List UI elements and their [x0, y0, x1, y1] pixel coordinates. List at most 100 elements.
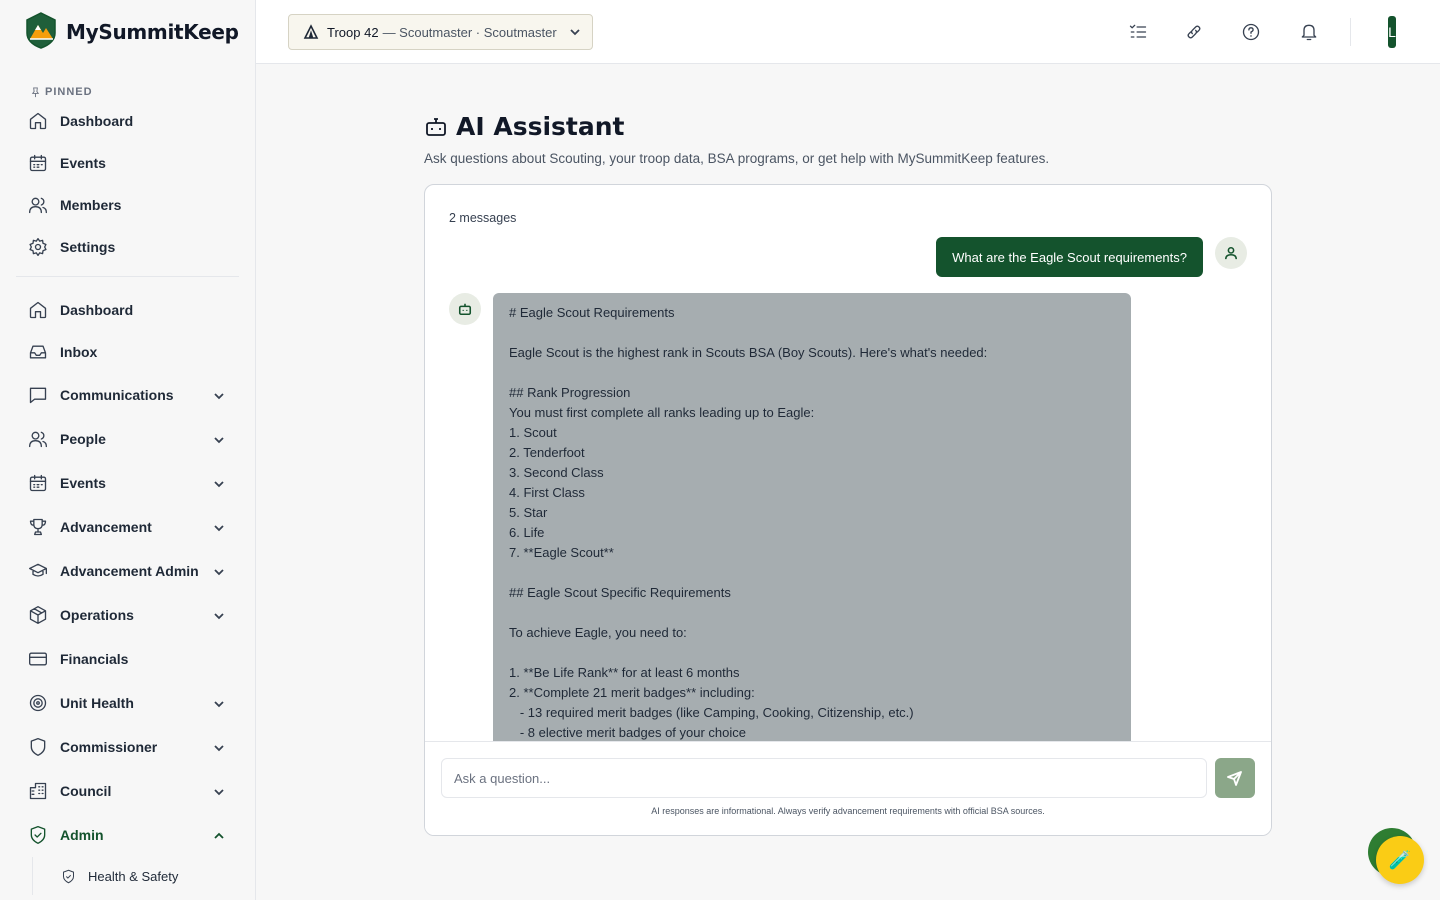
pinned-item-members[interactable]: Members	[0, 184, 255, 226]
sidebar-item-inbox[interactable]: Inbox	[0, 331, 255, 373]
user-message-bubble: What are the Eagle Scout requirements?	[936, 237, 1203, 277]
pinned-item-events[interactable]: Events	[0, 142, 255, 184]
target-icon	[28, 693, 48, 713]
building-icon	[28, 781, 48, 801]
user-avatar	[1215, 237, 1247, 269]
assistant-avatar	[449, 293, 481, 325]
chevron-down-icon[interactable]	[213, 521, 225, 533]
chevron-down-icon[interactable]	[213, 565, 225, 577]
admin-submenu: Health & Safety	[32, 857, 255, 895]
assistant-message-line: - 13 required merit badges (like Camping…	[509, 705, 914, 720]
sidebar-item-communications[interactable]: Communications	[0, 373, 255, 417]
calendar-icon	[28, 153, 48, 173]
assistant-message-line	[509, 563, 1115, 583]
sidebar-item-unit-health[interactable]: Unit Health	[0, 681, 255, 725]
assistant-message-line: To achieve Eagle, you need to:	[509, 625, 687, 640]
chevron-down-icon[interactable]	[213, 609, 225, 621]
troop-role: — Scoutmaster · Scoutmaster	[382, 24, 557, 40]
assistant-message-line: - 8 elective merit badges of your choice	[509, 725, 747, 740]
assistant-message-line	[509, 323, 1115, 343]
trophy-icon	[28, 517, 48, 537]
send-icon	[1227, 771, 1242, 786]
assistant-message-line: 2. Tenderfoot	[509, 445, 585, 460]
users-icon	[28, 195, 48, 215]
sidebar-item-admin[interactable]: Admin	[0, 813, 255, 857]
shield-icon	[28, 737, 48, 757]
page-subtitle: Ask questions about Scouting, your troop…	[424, 151, 1050, 166]
chevron-down-icon[interactable]	[213, 477, 225, 489]
topbar-divider	[1350, 18, 1351, 46]
test-tube-button[interactable]: 🧪	[1376, 836, 1424, 884]
user-icon	[1224, 246, 1238, 260]
page-title: AI Assistant	[424, 112, 1049, 141]
troop-selector[interactable]: Troop 42 — Scoutmaster · Scoutmaster	[288, 14, 593, 50]
graduation-cap-icon	[28, 561, 48, 581]
bell-icon[interactable]	[1297, 20, 1321, 44]
inbox-icon	[28, 342, 48, 362]
assistant-message-line: 2. **Complete 21 merit badges** includin…	[509, 685, 755, 700]
send-button[interactable]	[1215, 758, 1255, 798]
assistant-message-line	[509, 363, 1115, 383]
users-icon	[28, 429, 48, 449]
assistant-message-line: ## Eagle Scout Specific Requirements	[509, 585, 731, 600]
assistant-message-line: 6. Life	[509, 525, 545, 540]
pinned-section-label: PINNED	[0, 64, 255, 100]
message-square-icon	[28, 385, 48, 405]
sidebar-item-operations[interactable]: Operations	[0, 593, 255, 637]
shield-check-icon	[28, 825, 48, 845]
help-circle-icon[interactable]	[1239, 20, 1263, 44]
brand[interactable]: MySummitKeep	[0, 0, 255, 64]
chevron-up-icon[interactable]	[213, 829, 225, 841]
chevron-down-icon	[569, 26, 581, 38]
package-icon	[28, 605, 48, 625]
chevron-down-icon[interactable]	[213, 389, 225, 401]
pinned-item-settings[interactable]: Settings	[0, 226, 255, 268]
shield-check-icon	[63, 869, 74, 883]
home-icon	[28, 111, 48, 131]
chevron-down-icon[interactable]	[213, 433, 225, 445]
chevron-down-icon[interactable]	[213, 697, 225, 709]
assistant-message-line: 7. **Eagle Scout**	[509, 545, 614, 560]
tent-icon	[303, 24, 319, 40]
chat-input-area: AI responses are informational. Always v…	[425, 741, 1271, 835]
chat-input[interactable]	[441, 758, 1207, 798]
calendar-icon	[28, 473, 48, 493]
checklist-icon[interactable]	[1126, 20, 1150, 44]
ai-disclaimer: AI responses are informational. Always v…	[651, 806, 1045, 816]
sidebar-item-commissioner[interactable]: Commissioner	[0, 725, 255, 769]
sidebar-divider	[16, 276, 239, 277]
user-avatar-button[interactable]: L	[1388, 16, 1396, 48]
assistant-message-line: ## Rank Progression	[509, 385, 631, 400]
assistant-message-bubble: # Eagle Scout Requirements Eagle Scout is…	[493, 293, 1131, 753]
bot-icon	[458, 303, 472, 316]
top-bar: Troop 42 — Scoutmaster · Scoutmaster L	[256, 0, 1440, 64]
credit-card-icon	[28, 649, 48, 669]
home-icon	[28, 300, 48, 320]
pinned-item-dashboard[interactable]: Dashboard	[0, 100, 255, 142]
chevron-down-icon[interactable]	[213, 785, 225, 797]
sidebar-subitem-health-safety[interactable]: Health & Safety	[33, 857, 255, 895]
assistant-message-line: 5. Star	[509, 505, 548, 520]
page-header: AI Assistant Ask questions about Scoutin…	[424, 112, 1049, 166]
sidebar-item-people[interactable]: People	[0, 417, 255, 461]
message-count: 2 messages	[449, 211, 517, 225]
sidebar: MySummitKeep PINNED Dashboard Events Mem…	[0, 0, 256, 900]
sidebar-item-dashboard[interactable]: Dashboard	[0, 289, 255, 331]
sidebar-item-financials[interactable]: Financials	[0, 637, 255, 681]
sidebar-item-advancement[interactable]: Advancement	[0, 505, 255, 549]
assistant-message-line: 1. **Be Life Rank** for at least 6 month…	[509, 665, 740, 680]
assistant-message-line: Eagle Scout is the highest rank in Scout…	[509, 345, 988, 360]
assistant-message-line: You must first complete all ranks leadin…	[509, 405, 815, 420]
sidebar-item-council[interactable]: Council	[0, 769, 255, 813]
sidebar-item-events[interactable]: Events	[0, 461, 255, 505]
bot-icon	[426, 117, 446, 136]
gear-icon	[28, 237, 48, 257]
sidebar-item-advancement-admin[interactable]: Advancement Admin	[0, 549, 255, 593]
assistant-message-line	[509, 603, 1115, 623]
assistant-message-line: 4. First Class	[509, 485, 585, 500]
assistant-message-line: 1. Scout	[509, 425, 557, 440]
test-tube-icon: 🧪	[1388, 849, 1412, 870]
assistant-message-line: 3. Second Class	[509, 465, 604, 480]
link-icon[interactable]	[1182, 20, 1206, 44]
chevron-down-icon[interactable]	[213, 741, 225, 753]
